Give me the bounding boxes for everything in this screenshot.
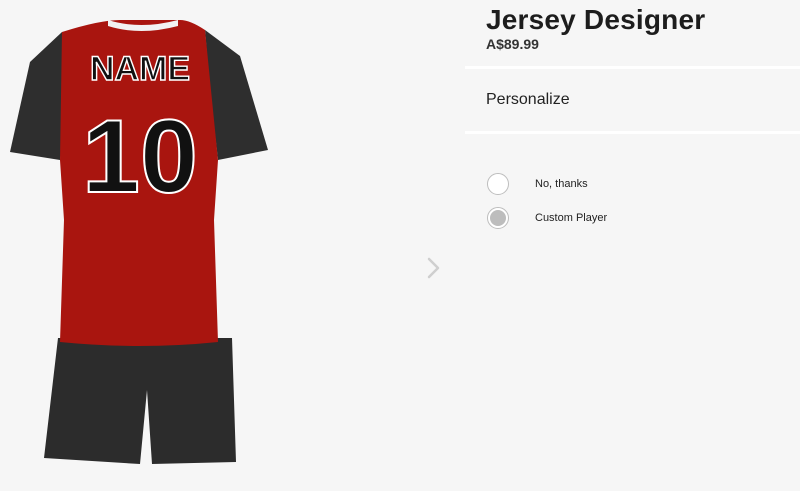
- divider: [465, 131, 800, 134]
- product-title: Jersey Designer: [486, 4, 706, 35]
- radio-selected-dot: [490, 210, 506, 226]
- option-custom-player[interactable]: Custom Player: [487, 205, 687, 231]
- jersey-name-print: NAME: [90, 50, 190, 88]
- divider: [465, 66, 800, 69]
- radio-custom-player[interactable]: [487, 207, 509, 229]
- option-no-thanks[interactable]: No, thanks: [487, 171, 687, 197]
- product-panel: Jersey Designer A$89.99 Personalize No, …: [465, 0, 800, 491]
- option-label: Custom Player: [535, 212, 608, 224]
- shorts: [44, 338, 236, 464]
- personalize-heading: Personalize: [486, 91, 570, 108]
- chevron-right-icon[interactable]: [422, 255, 446, 281]
- option-label: No, thanks: [535, 178, 588, 190]
- jersey-preview: NAME 10: [0, 0, 300, 491]
- product-price: A$89.99: [486, 36, 539, 52]
- jersey-image: NAME 10: [10, 20, 268, 464]
- jersey-number-print: 10: [82, 99, 198, 215]
- left-sleeve: [10, 32, 68, 160]
- radio-no-thanks[interactable]: [487, 173, 509, 195]
